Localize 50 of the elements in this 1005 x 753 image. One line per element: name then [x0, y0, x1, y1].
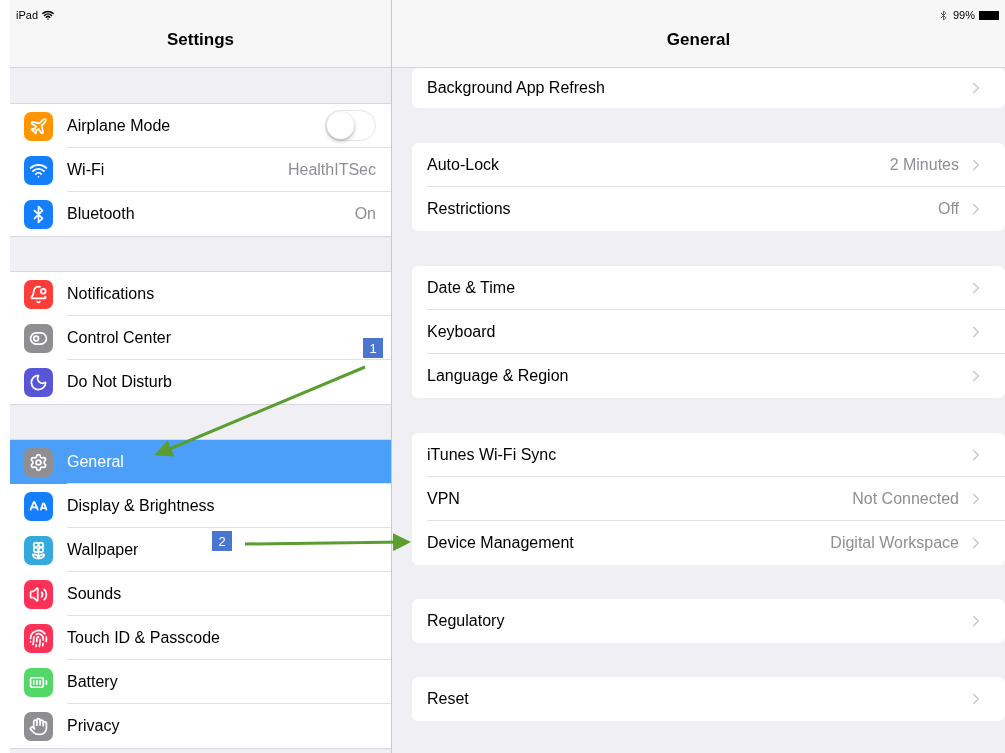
- row-label: Regulatory: [427, 612, 505, 630]
- settings-row[interactable]: Regulatory: [427, 599, 1005, 643]
- item-label: Bluetooth: [67, 205, 135, 223]
- item-label: Touch ID & Passcode: [67, 628, 220, 647]
- row-label: iTunes Wi-Fi Sync: [427, 445, 557, 464]
- item-label: Display & Brightness: [67, 496, 215, 515]
- row-label: Auto-Lock: [427, 155, 500, 174]
- row-label: VPN: [427, 489, 460, 508]
- settings-row[interactable]: Device Management Digital Workspace: [427, 521, 1005, 565]
- step-number: 2: [212, 531, 232, 551]
- item-label: Wallpaper: [67, 540, 139, 559]
- step-number: 1: [363, 338, 383, 358]
- item-label: Notifications: [67, 284, 155, 303]
- settings-row[interactable]: iTunes Wi-Fi Sync: [427, 433, 1005, 477]
- item-value: HealthITSec: [287, 160, 376, 179]
- item-label: Privacy: [67, 717, 120, 735]
- settings-row[interactable]: Restrictions Off: [427, 187, 1005, 231]
- row-label: Date & Time: [427, 278, 516, 297]
- settings-row[interactable]: Background App Refresh: [427, 68, 1005, 108]
- item-label: Battery: [67, 672, 118, 691]
- settings-row[interactable]: Auto-Lock 2 Minutes: [427, 143, 1005, 187]
- wifi-icon: [42, 9, 55, 21]
- page-title: General: [665, 30, 732, 50]
- sidebar-title: Settings: [165, 30, 236, 50]
- item-label: Airplane Mode: [67, 116, 171, 135]
- device-name: iPad: [16, 9, 39, 21]
- battery-icon: [979, 10, 999, 20]
- toggle-switch[interactable]: [325, 110, 376, 141]
- item-label: Do Not Disturb: [67, 373, 172, 391]
- item-label: Sounds: [67, 584, 122, 603]
- item-label: Control Center: [67, 328, 172, 347]
- settings-row[interactable]: Language & Region: [427, 354, 1005, 398]
- row-value: Digital Workspace: [830, 534, 959, 552]
- row-label: Restrictions: [427, 200, 511, 218]
- settings-row[interactable]: Reset: [427, 677, 1005, 721]
- row-value: Not Connected: [852, 489, 959, 508]
- item-label: General: [67, 452, 124, 471]
- row-label: Device Management: [427, 534, 574, 552]
- row-label: Background App Refresh: [427, 79, 605, 97]
- settings-row[interactable]: VPN Not Connected: [427, 477, 1005, 521]
- item-label: Wi-Fi: [67, 160, 105, 179]
- row-label: Reset: [427, 690, 469, 708]
- row-value: 2 Minutes: [889, 155, 959, 174]
- row-label: Keyboard: [427, 322, 496, 341]
- battery-percent: 99%: [952, 9, 975, 21]
- row-label: Language & Region: [427, 367, 569, 385]
- row-value: Off: [937, 200, 959, 218]
- settings-row[interactable]: Keyboard: [427, 310, 1005, 354]
- item-value: On: [354, 205, 376, 223]
- settings-row[interactable]: Date & Time: [427, 266, 1005, 310]
